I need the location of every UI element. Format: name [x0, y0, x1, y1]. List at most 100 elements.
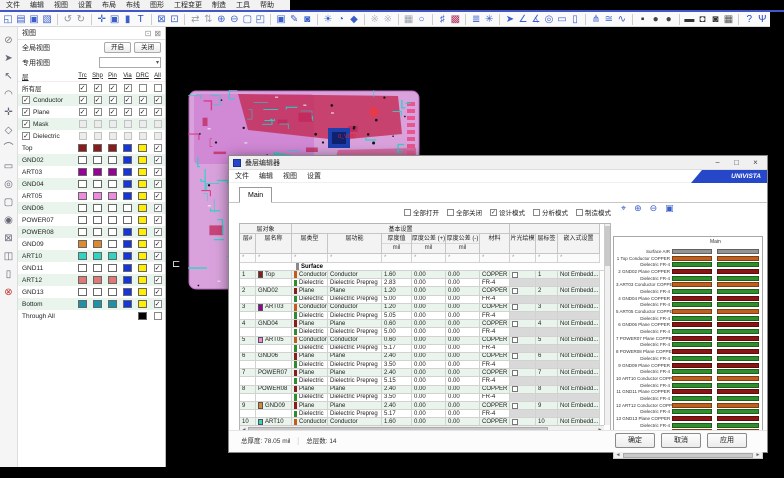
polygon-icon[interactable]: ◇ — [5, 125, 13, 136]
comp-box-icon[interactable]: ◘ — [697, 13, 707, 26]
cell-thickness[interactable]: 5.00 — [382, 328, 412, 336]
layer-color-swatch[interactable] — [123, 144, 132, 152]
layer-option-checkbox[interactable]: ✓ — [109, 108, 117, 116]
cell-layer-num[interactable] — [240, 377, 256, 385]
dialog-maximize-button[interactable]: □ — [729, 158, 744, 167]
angle-check-icon[interactable]: ∠ — [518, 13, 528, 26]
cell-negative-mode[interactable] — [510, 345, 536, 353]
cell-negative-mode[interactable] — [510, 353, 536, 361]
cell-layer-function[interactable]: Dielectric Prepreg — [328, 279, 382, 287]
cell-layer-function[interactable]: Dielectric Prepreg — [328, 361, 382, 369]
layer-all-checkbox[interactable]: ✓ — [154, 252, 162, 260]
cell-tolerance-minus[interactable]: 0.00 — [446, 361, 480, 369]
stackup-row[interactable]: 9GND09PlanePlane2.400.000.00COPPER9Not E… — [240, 402, 610, 410]
layer-color-swatch[interactable] — [78, 216, 87, 224]
layer-color-swatch[interactable] — [123, 228, 132, 236]
stackup-row[interactable]: DielectricDielectric Prepreg3.500.000.00… — [240, 361, 610, 369]
cell-tolerance-plus[interactable]: 0.00 — [412, 320, 446, 328]
cell-tolerance-plus[interactable]: 0.00 — [412, 345, 446, 353]
cell-layer-num[interactable] — [240, 410, 256, 418]
cell-thickness[interactable]: 5.17 — [382, 345, 412, 353]
cell-embedded[interactable]: Not Embedd... — [558, 386, 600, 394]
apply-button[interactable]: 应用 — [707, 433, 747, 448]
layer-color-swatch[interactable] — [108, 240, 117, 248]
target-icon[interactable]: ◉ — [4, 215, 13, 226]
cancel-button[interactable]: 取消 — [661, 433, 701, 448]
layer-color-swatch[interactable] — [138, 180, 147, 188]
cell-layer-tag[interactable] — [536, 296, 558, 304]
layer-color-swatch[interactable] — [123, 168, 132, 176]
negative-mode-checkbox[interactable] — [512, 272, 518, 278]
cell-tolerance-minus[interactable]: 0.00 — [446, 312, 480, 320]
layer-color-swatch[interactable] — [78, 192, 87, 200]
menu-item-5[interactable]: 布线 — [126, 0, 140, 10]
cbm-stop-icon[interactable]: ⊗ — [4, 287, 12, 298]
cell-layer-name[interactable] — [256, 410, 292, 418]
menu-item-6[interactable]: 图形 — [150, 0, 164, 10]
dialog-close-button[interactable]: × — [748, 158, 763, 167]
layer-color-swatch[interactable] — [78, 300, 87, 308]
cell-tolerance-plus[interactable]: 0.00 — [412, 279, 446, 287]
move-icon[interactable]: ✛ — [97, 13, 107, 26]
layer-color-swatch[interactable] — [93, 204, 102, 212]
cell-thickness[interactable]: 2.83 — [382, 279, 412, 287]
stackup-row[interactable]: DielectricDielectric Prepreg5.170.000.00… — [240, 410, 610, 418]
cell-thickness[interactable]: 0.60 — [382, 337, 412, 345]
layer-all-checkbox[interactable]: ✓ — [154, 168, 162, 176]
layer-all-checkbox[interactable]: ✓ — [154, 288, 162, 296]
board-check-icon[interactable]: ▯ — [570, 13, 580, 26]
filter-cell[interactable]: * — [256, 254, 292, 263]
layer-color-swatch[interactable] — [78, 168, 87, 176]
layer-color-swatch[interactable] — [138, 252, 147, 260]
negative-mode-checkbox[interactable] — [512, 386, 518, 392]
cell-embedded[interactable] — [558, 410, 600, 418]
layer-all-checkbox[interactable]: ✓ — [154, 156, 162, 164]
cell-layer-num[interactable]: 3 — [240, 304, 256, 312]
layer-color-swatch[interactable] — [108, 300, 117, 308]
cell-material[interactable]: FR-4 — [480, 328, 510, 336]
layer-color-swatch[interactable] — [108, 288, 117, 296]
cell-thickness[interactable]: 1.60 — [382, 271, 412, 279]
cell-embedded[interactable]: Not Embedd... — [558, 304, 600, 312]
cell-layer-type[interactable]: Dielectric — [292, 377, 328, 385]
cell-tolerance-plus[interactable]: 0.00 — [412, 296, 446, 304]
dome2-icon[interactable]: ● — [664, 13, 674, 26]
angle2-check-icon[interactable]: ∡ — [531, 13, 541, 26]
cell-layer-name[interactable]: POWER07 — [256, 369, 292, 377]
cell-layer-tag[interactable] — [536, 345, 558, 353]
mode-checkbox-1[interactable]: 全部关闭 — [447, 207, 482, 217]
cell-layer-type[interactable]: Plane — [292, 287, 328, 295]
cell-tolerance-plus[interactable]: 0.00 — [412, 386, 446, 394]
mode-checkbox-0[interactable]: 全部打开 — [404, 207, 439, 217]
cell-layer-name[interactable]: GND04 — [256, 320, 292, 328]
wave-icon[interactable]: ∿ — [617, 13, 627, 26]
cell-embedded[interactable] — [558, 394, 600, 402]
layer-all-checkbox[interactable] — [154, 312, 162, 320]
layer-color-swatch[interactable] — [138, 312, 147, 320]
layer-color-swatch[interactable] — [123, 252, 132, 260]
layer-option-checkbox[interactable]: ✓ — [109, 84, 117, 92]
cell-layer-type[interactable]: Dielectric — [292, 394, 328, 402]
mode-checkbox-2[interactable]: ✓设计模式 — [490, 207, 525, 217]
cell-tolerance-minus[interactable]: 0.00 — [446, 386, 480, 394]
group-visibility-checkbox[interactable]: ✓ — [22, 96, 30, 104]
layer-color-swatch[interactable] — [78, 264, 87, 272]
select-icon[interactable]: ◱ — [3, 13, 13, 26]
layer-all-checkbox[interactable]: ✓ — [154, 192, 162, 200]
layer-color-swatch[interactable] — [93, 288, 102, 296]
layer-color-swatch[interactable] — [138, 156, 147, 164]
cell-layer-type[interactable]: Dielectric — [292, 345, 328, 353]
cell-layer-tag[interactable]: 8 — [536, 386, 558, 394]
cell-tolerance-plus[interactable]: 0.00 — [412, 287, 446, 295]
stackup-row[interactable]: 3ART03ConductorConductor1.200.000.00COPP… — [240, 304, 610, 312]
cell-thickness[interactable]: 2.40 — [382, 402, 412, 410]
cell-negative-mode[interactable] — [510, 394, 536, 402]
cell-tolerance-plus[interactable]: 0.00 — [412, 337, 446, 345]
layer-all-checkbox[interactable]: ✓ — [154, 204, 162, 212]
layer-color-swatch[interactable] — [138, 240, 147, 248]
cell-negative-mode[interactable] — [510, 279, 536, 287]
layer-color-swatch[interactable] — [93, 300, 102, 308]
layer-color-swatch[interactable] — [93, 168, 102, 176]
stackup-row[interactable]: 2GND02PlanePlane1.200.000.00COPPER2Not E… — [240, 287, 610, 295]
layer-align-icon[interactable]: ≅ — [604, 13, 614, 26]
